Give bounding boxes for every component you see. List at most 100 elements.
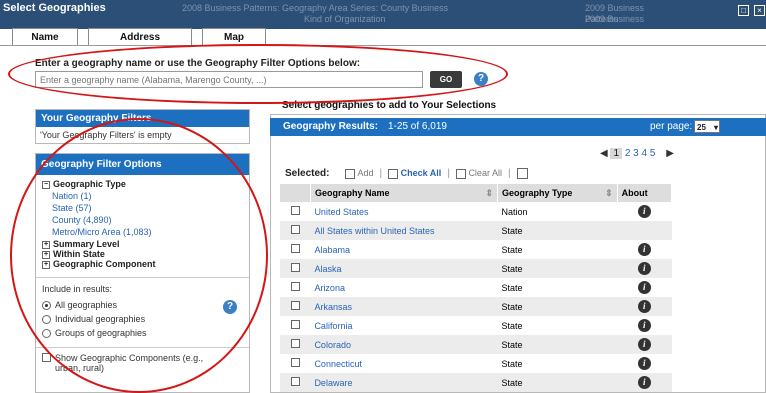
column-header-type[interactable]: Geography Type ⇕ [497,184,618,202]
per-page-select[interactable]: 25 ▾ [694,120,720,133]
row-checkbox[interactable] [290,358,300,367]
table-row[interactable]: Connecticut State i [280,354,672,373]
row-checkbox-cell[interactable] [280,373,311,392]
row-checkbox-cell[interactable] [280,259,311,278]
summary-level-toggle[interactable]: + Summary Level [42,239,243,249]
table-row[interactable]: All States within United States State [280,221,672,240]
sort-icon[interactable]: ⇕ [485,188,493,199]
table-row[interactable]: United States Nation i [280,202,672,221]
table-row[interactable]: Colorado State i [280,335,672,354]
filter-link-nation[interactable]: Nation (1) [52,190,243,202]
row-checkbox-cell[interactable] [280,354,310,373]
include-help-icon[interactable]: ? [223,300,237,314]
row-checkbox[interactable] [290,377,300,386]
clear-all-button[interactable]: Clear All [455,168,502,179]
geography-search-input[interactable] [35,71,423,88]
row-checkbox-cell[interactable] [280,221,311,240]
geography-name-link[interactable]: Alaska [310,259,498,278]
geography-name-link[interactable]: Connecticut [310,354,497,373]
row-checkbox-cell[interactable] [280,278,310,297]
column-header-name[interactable]: Geography Name ⇕ [310,184,498,202]
row-checkbox-cell[interactable] [280,297,311,316]
info-icon[interactable]: i [637,357,651,370]
row-checkbox-cell[interactable] [280,316,310,335]
geography-name-link[interactable]: Arizona [310,278,497,297]
table-row[interactable]: Alabama State i [280,240,672,259]
page-link[interactable]: 4 [642,148,648,159]
geographic-component-toggle[interactable]: + Geographic Component [42,259,243,269]
row-checkbox[interactable] [290,263,300,272]
geography-name-link[interactable]: Alabama [310,240,497,259]
info-icon[interactable]: i [637,338,651,351]
page-link[interactable]: 1 [610,148,623,159]
within-state-toggle[interactable]: + Within State [42,249,243,259]
geographic-type-toggle[interactable]: − Geographic Type [42,179,243,189]
check-all-label: Check All [400,168,442,179]
include-all-option[interactable]: All geographies [42,300,243,311]
per-page-value: 25 [697,123,706,132]
row-checkbox[interactable] [290,244,300,253]
table-row[interactable]: California State i [280,316,672,335]
table-row[interactable]: Delaware State i [280,373,672,392]
row-checkbox-cell[interactable] [280,240,310,259]
tab-name[interactable]: Name [12,28,78,46]
info-icon[interactable]: i [637,300,651,313]
go-button[interactable]: GO [430,71,462,88]
info-icon[interactable]: i [637,205,651,218]
prev-page-icon[interactable]: ◀ [600,148,608,159]
tab-address[interactable]: Address [88,28,192,46]
tab-map[interactable]: Map [202,28,266,46]
close-icon[interactable]: × [754,5,765,16]
table-row[interactable]: Arkansas State i [280,297,672,316]
row-checkbox[interactable] [290,225,300,234]
geography-name-link[interactable]: Delaware [310,373,498,392]
geography-name-link[interactable]: All States within United States [310,221,498,240]
row-checkbox-cell[interactable] [280,202,310,221]
filter-link-county[interactable]: County (4,890) [52,214,243,226]
include-individual-option[interactable]: Individual geographies [42,314,243,325]
include-groups-option[interactable]: Groups of geographies [42,328,243,339]
show-components-checkbox[interactable] [42,353,51,363]
row-checkbox[interactable] [290,339,300,348]
geography-name-link[interactable]: Arkansas [310,297,498,316]
add-label: Add [357,168,374,179]
filter-link-state[interactable]: State (57) [52,202,243,214]
row-checkbox[interactable] [290,320,300,329]
geography-name-link[interactable]: California [310,316,497,335]
show-components-option[interactable]: Show Geographic Components (e.g., urban,… [42,353,243,373]
page-link[interactable]: 5 [650,148,656,159]
background-text: 2009 Business [585,14,645,24]
geography-type: State [497,335,618,354]
filter-link-metro[interactable]: Metro/Micro Area (1,083) [52,226,243,238]
your-geography-filters-panel: Your Geography Filters 'Your Geography F… [35,109,250,144]
search-results-icon[interactable] [516,168,528,179]
geography-name-link[interactable]: Colorado [310,335,498,354]
check-all-button[interactable]: Check All [388,168,441,179]
about-cell: i [617,297,672,316]
row-checkbox[interactable] [290,206,300,215]
maximize-icon[interactable]: □ [738,5,749,16]
row-checkbox[interactable] [290,301,300,310]
help-icon[interactable]: ? [474,72,488,86]
page-link[interactable]: 3 [633,148,639,159]
add-button[interactable]: Add [345,168,374,179]
info-icon[interactable]: i [637,281,651,294]
next-page-icon[interactable]: ▶ [666,148,674,159]
geography-type: State [501,320,523,331]
sort-icon[interactable]: ⇕ [605,188,613,199]
table-row[interactable]: Alaska State i [280,259,672,278]
about-cell: i [617,240,671,259]
geography-type: State [501,358,523,369]
geography-type: State [497,221,618,240]
row-checkbox[interactable] [290,282,300,291]
row-checkbox-cell[interactable] [280,335,311,354]
info-icon[interactable]: i [637,319,651,332]
page-link[interactable]: 2 [625,148,631,159]
geography-name-link[interactable]: United States [310,202,497,221]
info-icon[interactable]: i [637,262,651,275]
table-row[interactable]: Arizona State i [280,278,672,297]
info-icon[interactable]: i [637,376,651,389]
search-label: Enter a geography name or use the Geogra… [35,58,361,69]
info-icon[interactable]: i [637,243,651,256]
geography-type: State [497,297,618,316]
